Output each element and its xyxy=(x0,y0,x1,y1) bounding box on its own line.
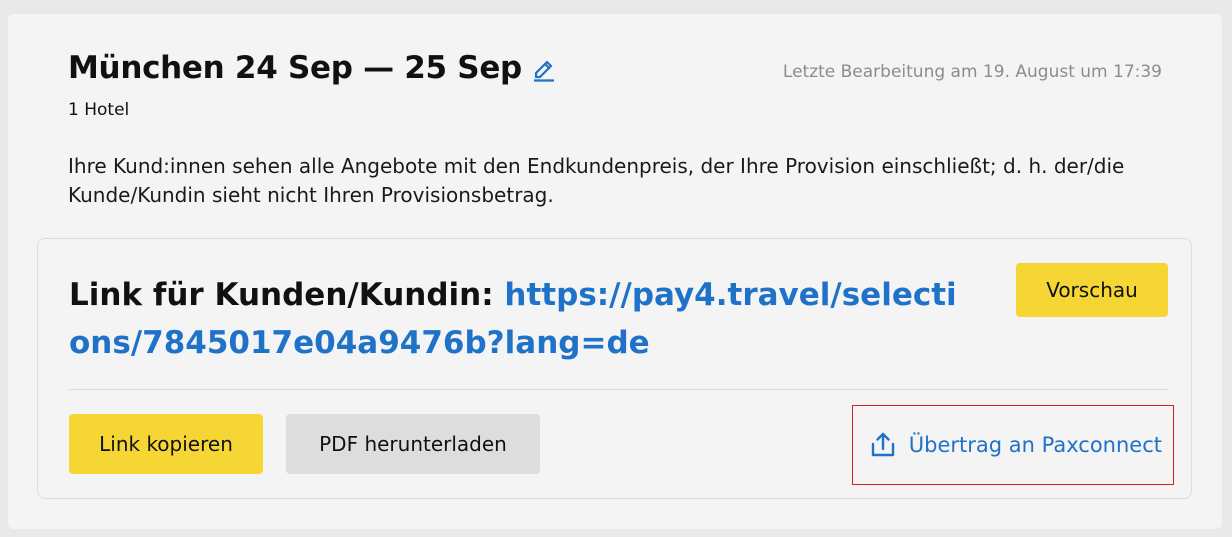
customer-link-line: Link für Kunden/Kundin: https://pay4.tra… xyxy=(69,271,969,367)
selection-card: München 24 Sep — 25 Sep Letzte Bearbeitu… xyxy=(8,14,1222,529)
download-pdf-button[interactable]: PDF herunterladen xyxy=(286,414,540,474)
transfer-paxconnect-link[interactable]: Übertrag an Paxconnect xyxy=(852,405,1174,485)
hotel-count: 1 Hotel xyxy=(68,100,130,120)
copy-link-button[interactable]: Link kopieren xyxy=(69,414,263,474)
pencil-icon[interactable] xyxy=(532,54,556,82)
transfer-paxconnect-label: Übertrag an Paxconnect xyxy=(908,433,1162,457)
customer-link-panel: Link für Kunden/Kundin: https://pay4.tra… xyxy=(37,238,1192,499)
divider xyxy=(69,389,1168,390)
customer-link-label: Link für Kunden/Kundin: xyxy=(69,277,505,313)
preview-button[interactable]: Vorschau xyxy=(1016,263,1168,317)
page-title: München 24 Sep — 25 Sep xyxy=(68,50,556,86)
card-header: München 24 Sep — 25 Sep Letzte Bearbeitu… xyxy=(68,50,1162,90)
last-edit-timestamp: Letzte Bearbeitung am 19. August um 17:3… xyxy=(782,62,1162,82)
page-title-text: München 24 Sep — 25 Sep xyxy=(68,50,522,86)
info-text: Ihre Kund:innen sehen alle Angebote mit … xyxy=(68,154,1125,207)
upload-icon xyxy=(869,431,897,459)
